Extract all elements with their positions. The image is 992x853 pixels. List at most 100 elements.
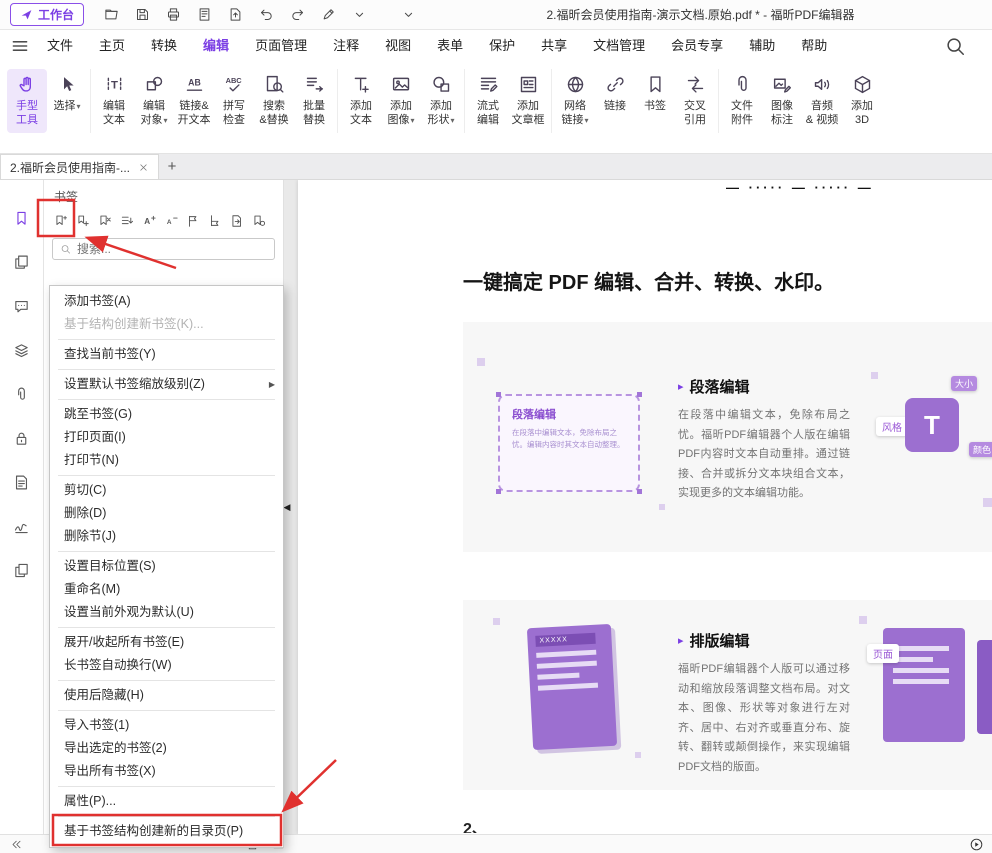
sidebar-destinations-button[interactable] xyxy=(9,558,35,582)
tool-batch-replace[interactable]: 批量 替换 xyxy=(294,69,334,133)
tool-add-shape[interactable]: 添加 形状▾ xyxy=(421,69,461,133)
pen-tool-button[interactable] xyxy=(317,4,339,26)
bookmark-settings-button[interactable] xyxy=(250,212,267,229)
menu-file[interactable]: 文件 xyxy=(34,30,86,62)
context-menu-item[interactable]: 打印节(N) xyxy=(50,449,283,472)
menu-home[interactable]: 主页 xyxy=(86,30,138,62)
context-menu-item[interactable]: 设置默认书签缩放级别(Z)▶ xyxy=(50,373,283,396)
context-menu-item[interactable]: 跳至书签(G) xyxy=(50,403,283,426)
context-menu-item[interactable]: 查找当前书签(Y) xyxy=(50,343,283,366)
context-menu-item[interactable]: 导出选定的书签(2) xyxy=(50,737,283,760)
tool-web-link[interactable]: 网络 链接▾ xyxy=(555,69,595,133)
menu-view[interactable]: 视图 xyxy=(372,30,424,62)
tool-image-annotation[interactable]: 图像 标注 xyxy=(762,69,802,133)
workspace-button[interactable]: 工作台 xyxy=(10,3,84,26)
menu-doc-manage[interactable]: 文档管理 xyxy=(580,30,658,62)
context-menu-item[interactable]: 设置目标位置(S) xyxy=(50,555,283,578)
sidebar-comments-button[interactable] xyxy=(9,294,35,318)
context-menu-item[interactable]: 删除(D) xyxy=(50,502,283,525)
context-menu-item[interactable]: 设置当前外观为默认(U) xyxy=(50,601,283,624)
menu-member[interactable]: 会员专享 xyxy=(658,30,736,62)
add-child-bookmark-icon xyxy=(76,214,90,228)
sidebar-security-button[interactable] xyxy=(9,426,35,450)
context-menu-item[interactable]: 长书签自动换行(W) xyxy=(50,654,283,677)
sidebar-bookmarks-button[interactable] xyxy=(9,206,35,230)
color-chip: 颜色 xyxy=(969,442,992,457)
close-icon[interactable] xyxy=(138,162,149,173)
sidebar-attachments-button[interactable] xyxy=(9,382,35,406)
menu-edit[interactable]: 编辑 xyxy=(190,30,242,62)
cursor-icon xyxy=(57,74,78,95)
context-menu-item[interactable]: 添加书签(A) xyxy=(50,290,283,313)
context-menu-item[interactable]: 导出所有书签(X) xyxy=(50,760,283,783)
hamburger-icon[interactable] xyxy=(10,36,30,56)
tool-bookmark[interactable]: 书签 xyxy=(635,69,675,118)
print-page-button[interactable] xyxy=(193,4,215,26)
sidebar-fields-button[interactable] xyxy=(9,470,35,494)
tool-link[interactable]: 链接 xyxy=(595,69,635,118)
search-icon[interactable] xyxy=(944,35,966,57)
flag-down-button[interactable] xyxy=(206,212,223,229)
tool-edit-text[interactable]: T编辑 文本 xyxy=(94,69,134,133)
sidebar-layers-button[interactable] xyxy=(9,338,35,362)
letter-t-illustration: T xyxy=(905,398,959,452)
tool-spell-check[interactable]: ABC拼写 检查 xyxy=(214,69,254,133)
tool-add-image[interactable]: 添加 图像▾ xyxy=(381,69,421,133)
tool-select[interactable]: 选择▾ xyxy=(47,69,87,118)
tool-search-replace[interactable]: 搜索 &替换 xyxy=(254,69,294,133)
tool-flow-edit[interactable]: 流式 编辑 xyxy=(468,69,508,133)
context-menu-item[interactable]: 属性(P)... xyxy=(50,790,283,813)
flag-up-button[interactable] xyxy=(184,212,201,229)
context-menu-item[interactable]: 基于书签结构创建新的目录页(P) xyxy=(50,820,283,843)
sidebar-pages-button[interactable] xyxy=(9,250,35,274)
tool-link-join-text[interactable]: AB链接& 开文本 xyxy=(174,69,214,133)
print-button[interactable] xyxy=(162,4,184,26)
export-bookmark-button[interactable] xyxy=(228,212,245,229)
context-menu-item[interactable]: 展开/收起所有书签(E) xyxy=(50,631,283,654)
document-tab[interactable]: 2.福昕会员使用指南-... xyxy=(0,154,159,179)
context-menu-item[interactable]: 重命名(M) xyxy=(50,578,283,601)
chevron-down-button[interactable] xyxy=(348,4,370,26)
context-menu-item[interactable]: 导入书签(1) xyxy=(50,714,283,737)
tool-file-attachment[interactable]: 文件 附件 xyxy=(722,69,762,133)
menu-assist[interactable]: 辅助 xyxy=(736,30,788,62)
bookmark-search-input[interactable] xyxy=(77,242,267,256)
tool-edit-object[interactable]: 编辑 对象▾ xyxy=(134,69,174,133)
menu-help[interactable]: 帮助 xyxy=(788,30,840,62)
share-doc-button[interactable] xyxy=(224,4,246,26)
tool-cross-reference[interactable]: 交叉 引用 xyxy=(675,69,715,133)
tool-add-article-box[interactable]: 添加 文章框 xyxy=(508,69,548,133)
decor-square xyxy=(659,504,665,510)
menu-comment[interactable]: 注释 xyxy=(320,30,372,62)
menu-form[interactable]: 表单 xyxy=(424,30,476,62)
tool-add-text[interactable]: 添加 文本 xyxy=(341,69,381,133)
new-tab-button[interactable]: + xyxy=(159,154,185,179)
save-button[interactable] xyxy=(131,4,153,26)
tool-audio-video[interactable]: 音频 & 视频 xyxy=(802,69,842,133)
text-larger-button[interactable]: A xyxy=(140,212,157,229)
menu-protect[interactable]: 保护 xyxy=(476,30,528,62)
context-menu-item[interactable]: 使用后隐藏(H) xyxy=(50,684,283,707)
context-menu-item[interactable]: 打印页面(I) xyxy=(50,426,283,449)
context-menu-item[interactable]: 剪切(C) xyxy=(50,479,283,502)
menu-page-manage[interactable]: 页面管理 xyxy=(242,30,320,62)
tool-label: 批量 替换 xyxy=(303,99,325,128)
add-child-bookmark-button[interactable] xyxy=(74,212,91,229)
tool-hand-tool[interactable]: 手型 工具 xyxy=(7,69,47,133)
sidebar-signatures-button[interactable] xyxy=(9,514,35,538)
menu-convert[interactable]: 转换 xyxy=(138,30,190,62)
expand-bookmarks-button[interactable] xyxy=(118,212,135,229)
menu-share[interactable]: 共享 xyxy=(528,30,580,62)
expand-toolbar-button[interactable] xyxy=(397,4,419,26)
redo-button[interactable] xyxy=(286,4,308,26)
text-smaller-button[interactable]: A xyxy=(162,212,179,229)
open-file-button[interactable] xyxy=(100,4,122,26)
delete-bookmark-button[interactable] xyxy=(96,212,113,229)
new-bookmark-button[interactable] xyxy=(52,212,69,229)
collapse-sidebar-button[interactable] xyxy=(8,836,24,852)
illustration-line xyxy=(538,683,598,691)
presentation-mode-button[interactable] xyxy=(968,836,984,852)
undo-button[interactable] xyxy=(255,4,277,26)
tool-add-3d[interactable]: 添加 3D xyxy=(842,69,882,133)
context-menu-item[interactable]: 删除节(J) xyxy=(50,525,283,548)
